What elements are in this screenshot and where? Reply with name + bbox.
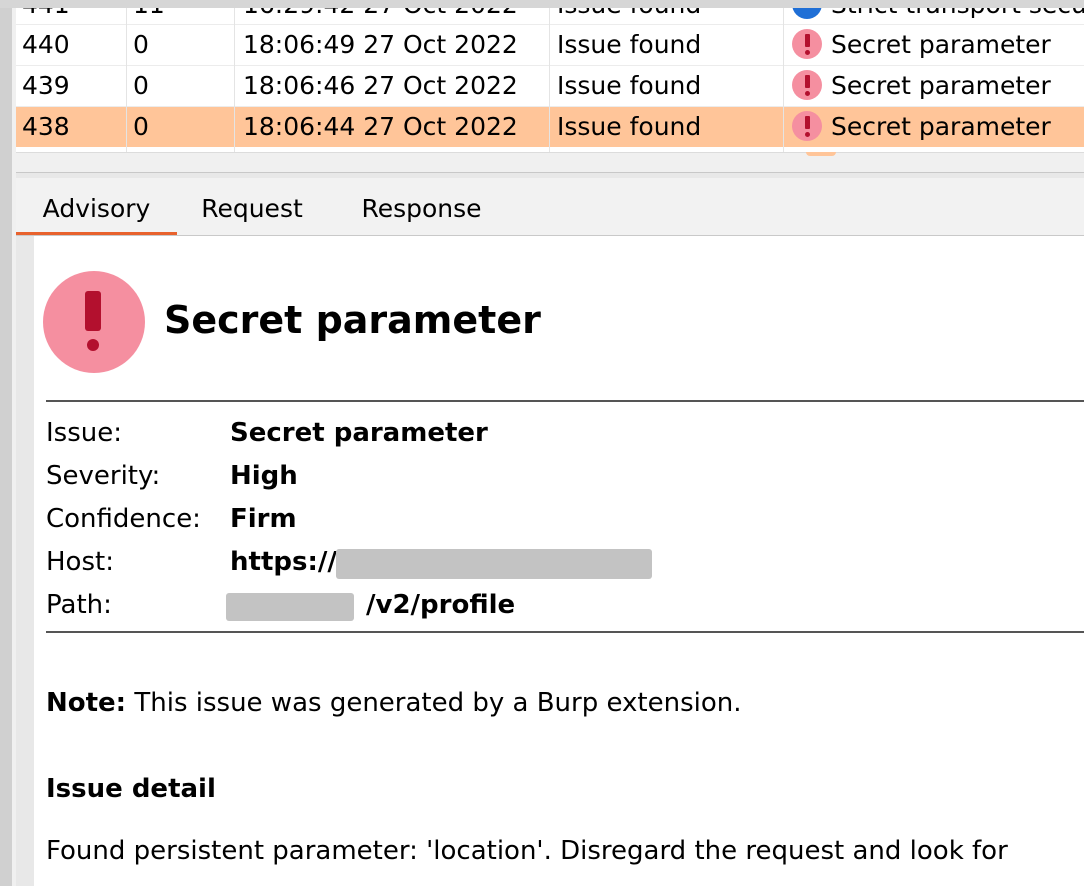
cell-id: 438 [22, 112, 70, 141]
table-row[interactable]: 439 0 18:06:46 27 Oct 2022 Issue found S… [16, 65, 1084, 106]
high-severity-icon [792, 29, 822, 59]
exclamation-dot [87, 339, 99, 351]
high-severity-icon [43, 271, 145, 373]
cell-id: 440 [22, 30, 70, 59]
divider-bottom [46, 631, 1084, 633]
high-severity-icon [792, 111, 822, 141]
divider-top [46, 400, 1084, 402]
issue-title: Secret parameter [164, 298, 541, 342]
high-severity-icon [792, 70, 822, 100]
field-value: https:// [230, 547, 337, 577]
field-value: High [230, 461, 298, 491]
issue-detail-heading: Issue detail [46, 774, 216, 804]
note-label: Note: [46, 688, 127, 718]
tab-response[interactable]: Response [339, 178, 504, 235]
redacted-host [336, 549, 652, 579]
tab-request[interactable]: Request [187, 178, 317, 235]
column-divider [783, 0, 784, 152]
cell-status: Issue found [557, 112, 702, 141]
field-label: Confidence: [46, 504, 201, 534]
extension-note: Note: This issue was generated by a Burp… [46, 688, 742, 718]
note-text: This issue was generated by a Burp exten… [126, 688, 742, 718]
cell-flag: 0 [133, 71, 149, 100]
field-value: /v2/profile [366, 590, 516, 620]
row-divider [16, 65, 1084, 66]
field-label: Path: [46, 590, 112, 620]
table-row[interactable]: 440 0 18:06:49 27 Oct 2022 Issue found S… [16, 24, 1084, 65]
cell-status: Issue found [557, 30, 702, 59]
column-divider [549, 0, 550, 152]
field-label: Host: [46, 547, 114, 577]
tab-advisory[interactable]: Advisory [16, 178, 177, 235]
column-divider [126, 0, 127, 152]
cell-time: 18:06:44 27 Oct 2022 [243, 112, 518, 141]
field-value: Secret parameter [230, 418, 488, 448]
next-row-icon-peek [806, 152, 836, 156]
column-divider [234, 0, 235, 152]
field-label: Issue: [46, 418, 122, 448]
cell-issue: Secret parameter [831, 30, 1051, 59]
cell-flag: 0 [133, 30, 149, 59]
field-value: Firm [230, 504, 297, 534]
cell-time: 18:06:49 27 Oct 2022 [243, 30, 518, 59]
row-divider [16, 106, 1084, 107]
horizontal-scrollbar[interactable] [16, 152, 1084, 172]
advisory-panel: Secret parameter Issue: Secret parameter… [34, 236, 1084, 886]
issue-table: 441 11 16:29:42 27 Oct 2022 Issue found … [16, 0, 1084, 173]
cell-time: 18:06:46 27 Oct 2022 [243, 71, 518, 100]
exclamation-bar [85, 291, 101, 331]
table-row-selected[interactable]: 438 0 18:06:44 27 Oct 2022 Issue found S… [16, 106, 1084, 147]
detail-tabbar: Advisory Request Response [16, 178, 1084, 236]
cell-status: Issue found [557, 71, 702, 100]
cell-issue: Secret parameter [831, 112, 1051, 141]
cell-issue: Secret parameter [831, 71, 1051, 100]
row-divider [16, 24, 1084, 25]
field-label: Severity: [46, 461, 161, 491]
cell-id: 439 [22, 71, 70, 100]
cell-flag: 0 [133, 112, 149, 141]
window-left-border [0, 0, 12, 886]
redacted-path [226, 593, 354, 621]
window-top-border [0, 0, 1084, 8]
issue-detail-text: Found persistent parameter: 'location'. … [46, 836, 1008, 866]
